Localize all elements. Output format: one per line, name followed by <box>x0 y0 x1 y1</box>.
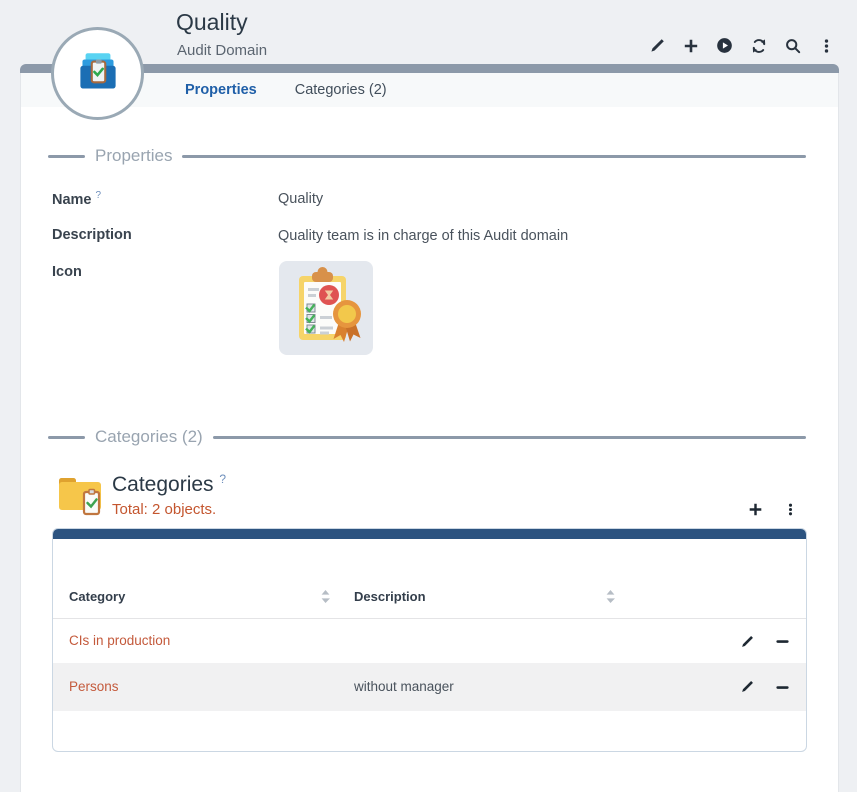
categories-actions <box>747 501 799 518</box>
edit-row-pencil-icon[interactable] <box>739 680 754 695</box>
properties-legend: Properties <box>48 145 806 167</box>
sort-icon-description[interactable] <box>606 590 615 608</box>
properties-legend-label: Properties <box>95 146 172 166</box>
categories-legend: Categories (2) <box>48 426 806 448</box>
table-header: Category Description <box>53 529 806 619</box>
page-subtitle: Audit Domain <box>177 42 267 59</box>
categories-menu-kebab-icon[interactable] <box>782 501 799 518</box>
table-row: CIs in production <box>53 620 806 663</box>
legend-dash <box>48 155 85 158</box>
run-play-icon[interactable] <box>716 37 733 54</box>
category-link[interactable]: Persons <box>69 679 119 694</box>
edit-row-pencil-icon[interactable] <box>739 634 754 649</box>
categories-folder-icon <box>57 473 103 522</box>
row-actions <box>739 620 790 663</box>
content-panel: Properties Categories (2) Properties Nam… <box>20 73 839 792</box>
audit-domain-avatar <box>51 27 144 120</box>
field-name: Name ? Quality <box>52 190 798 210</box>
add-category-plus-icon[interactable] <box>747 501 764 518</box>
tab-categories[interactable]: Categories (2) <box>295 82 387 98</box>
column-header-description[interactable]: Description <box>354 589 426 604</box>
search-icon[interactable] <box>784 37 801 54</box>
name-value: Quality <box>278 191 323 207</box>
add-plus-icon[interactable] <box>682 37 699 54</box>
categories-legend-label: Categories (2) <box>95 427 203 447</box>
column-header-category[interactable]: Category <box>69 589 125 604</box>
categories-help-icon[interactable]: ? <box>219 472 226 486</box>
tabs: Properties Categories (2) <box>185 82 387 98</box>
category-link[interactable]: CIs in production <box>69 633 170 648</box>
icon-preview-image <box>279 261 373 355</box>
field-icon: Icon <box>52 264 798 284</box>
page-title: Quality <box>176 9 248 36</box>
table-row: Persons without manager <box>53 663 806 711</box>
object-details-page: Quality Audit Domain <box>0 0 857 792</box>
name-help-icon[interactable]: ? <box>96 190 102 201</box>
tab-properties[interactable]: Properties <box>185 82 257 98</box>
header-toolbar <box>648 37 835 54</box>
sort-icon-category[interactable] <box>321 590 330 608</box>
categories-block-title: Categories ? <box>112 472 226 497</box>
legend-dash <box>48 436 85 439</box>
certificate-clipboard-image <box>279 261 373 355</box>
remove-row-minus-icon[interactable] <box>775 680 790 695</box>
description-label: Description <box>52 227 132 243</box>
icon-label: Icon <box>52 264 82 280</box>
archive-box-clipboard-icon <box>69 45 127 103</box>
row-actions <box>739 663 790 711</box>
remove-row-minus-icon[interactable] <box>775 634 790 649</box>
more-menu-kebab-icon[interactable] <box>818 37 835 54</box>
legend-line <box>213 436 806 439</box>
edit-pencil-icon[interactable] <box>648 37 665 54</box>
field-description: Description Quality team is in charge of… <box>52 227 798 247</box>
description-value: Quality team is in charge of this Audit … <box>278 228 568 244</box>
categories-total-count: Total: 2 objects. <box>112 501 216 518</box>
name-label: Name ? <box>52 190 101 208</box>
refresh-icon[interactable] <box>750 37 767 54</box>
description-cell: without manager <box>354 679 454 694</box>
categories-table: Category Description CIs in production <box>52 528 807 752</box>
legend-line <box>182 155 806 158</box>
